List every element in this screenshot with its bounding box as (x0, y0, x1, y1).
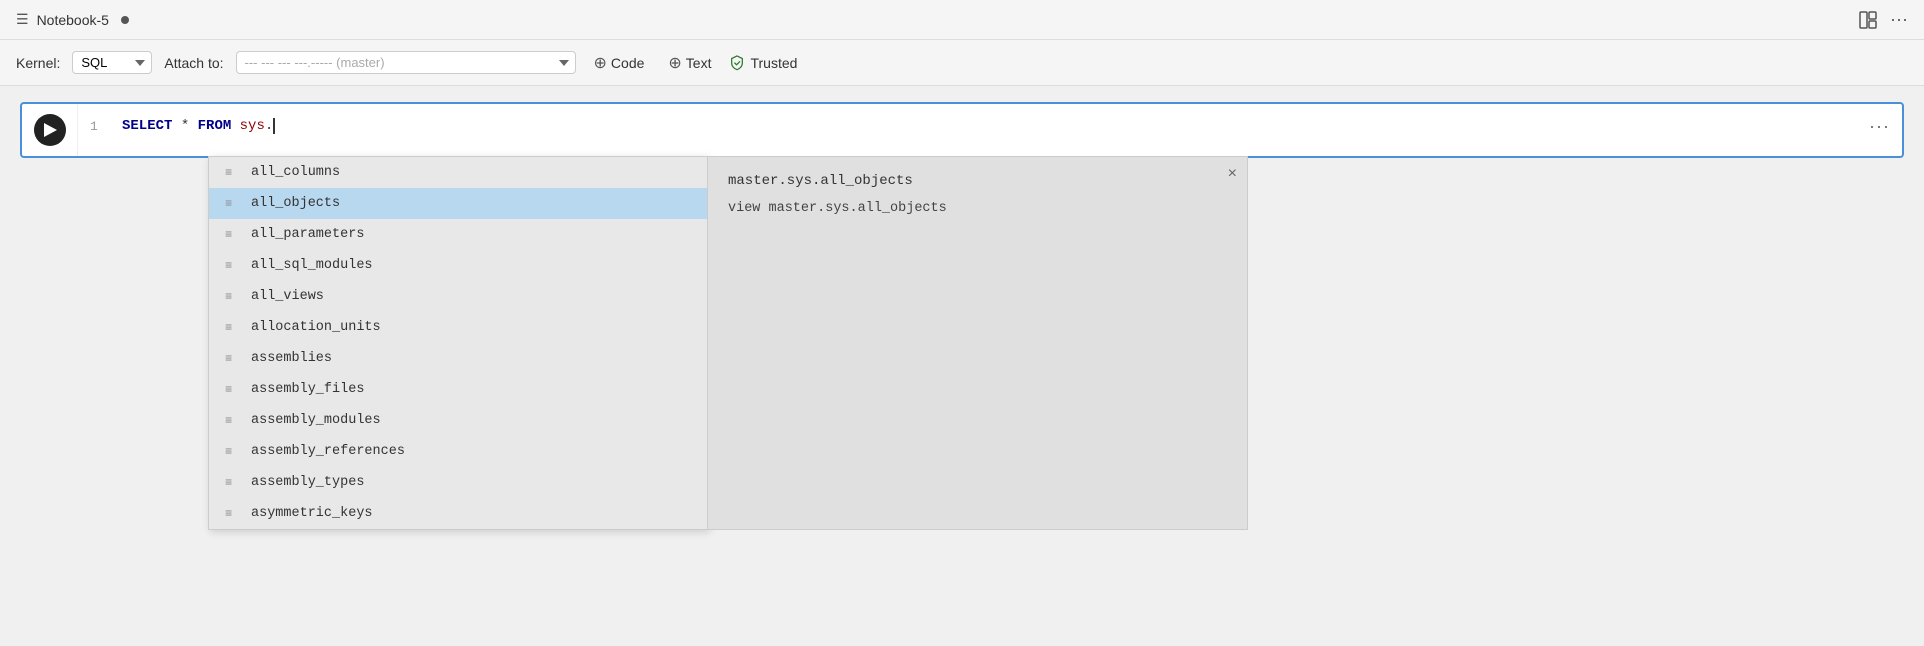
cell-code-content[interactable]: 1 SELECT * FROM sys . ≡ all_columns ≡ al… (78, 104, 1902, 148)
autocomplete-item[interactable]: ≡ assembly_types (209, 467, 707, 498)
item-icon: ≡ (225, 290, 241, 304)
item-label: all_parameters (251, 227, 364, 242)
autocomplete-item[interactable]: ≡ all_sql_modules (209, 250, 707, 281)
detail-title: master.sys.all_objects (728, 173, 1227, 189)
item-label: assemblies (251, 351, 332, 366)
autocomplete-item[interactable]: ≡ assembly_files (209, 374, 707, 405)
title-bar-left: ☰ Notebook-5 (16, 11, 129, 28)
autocomplete-item[interactable]: ≡ all_objects (209, 188, 707, 219)
line-number: 1 (90, 119, 110, 134)
item-label: allocation_units (251, 320, 381, 335)
cell-more-button[interactable]: ··· (1869, 116, 1890, 137)
toolbar: Kernel: SQL Attach to: --- --- --- ---.-… (0, 40, 1924, 86)
title-bar: ☰ Notebook-5 ··· (0, 0, 1924, 40)
run-circle (34, 114, 66, 146)
kernel-select[interactable]: SQL (72, 51, 152, 74)
detail-close-button[interactable]: × (1228, 165, 1237, 183)
autocomplete-item[interactable]: ≡ all_columns (209, 157, 707, 188)
text-cursor (273, 118, 275, 134)
code-line-1: 1 SELECT * FROM sys . (90, 118, 1890, 134)
item-label: all_views (251, 289, 324, 304)
autocomplete-item[interactable]: ≡ assembly_references (209, 436, 707, 467)
item-label: assembly_files (251, 382, 364, 397)
keyword-from: FROM (198, 118, 232, 134)
item-label: all_objects (251, 196, 340, 211)
item-icon: ≡ (225, 507, 241, 521)
item-icon: ≡ (225, 352, 241, 366)
autocomplete-item[interactable]: ≡ allocation_units (209, 312, 707, 343)
menu-icon: ☰ (16, 11, 29, 28)
autocomplete-item[interactable]: ≡ asymmetric_keys (209, 498, 707, 529)
kernel-label: Kernel: (16, 55, 60, 71)
item-label: asymmetric_keys (251, 506, 373, 521)
autocomplete-item[interactable]: ≡ all_views (209, 281, 707, 312)
item-label: assembly_references (251, 444, 405, 459)
item-icon: ≡ (225, 383, 241, 397)
plus-code-icon: ⊕ (594, 53, 607, 73)
item-icon: ≡ (225, 476, 241, 490)
attach-label: Attach to: (164, 55, 223, 71)
cell-area: 1 SELECT * FROM sys . ≡ all_columns ≡ al… (0, 86, 1924, 174)
item-label: assembly_types (251, 475, 364, 490)
autocomplete-list: ≡ all_columns ≡ all_objects ≡ all_parame… (208, 156, 708, 530)
item-icon: ≡ (225, 414, 241, 428)
play-icon (44, 123, 57, 137)
title-bar-right: ··· (1858, 9, 1908, 30)
layout-button[interactable] (1858, 10, 1878, 30)
autocomplete-item[interactable]: ≡ assemblies (209, 343, 707, 374)
add-code-button[interactable]: ⊕ Code (588, 49, 651, 77)
item-label: all_sql_modules (251, 258, 373, 273)
autocomplete-item[interactable]: ≡ all_parameters (209, 219, 707, 250)
add-text-button[interactable]: ⊕ Text (662, 49, 717, 77)
item-icon: ≡ (225, 197, 241, 211)
dot-separator: . (265, 118, 273, 134)
item-label: assembly_modules (251, 413, 381, 428)
run-cell-button[interactable] (22, 104, 78, 156)
code-cell: 1 SELECT * FROM sys . ≡ all_columns ≡ al… (20, 102, 1904, 158)
item-icon: ≡ (225, 445, 241, 459)
item-icon: ≡ (225, 166, 241, 180)
shield-icon (729, 55, 745, 71)
trusted-button[interactable]: Trusted (729, 55, 797, 71)
item-icon: ≡ (225, 259, 241, 273)
attach-to-select[interactable]: --- --- --- ---.----- (master) (236, 51, 576, 74)
item-icon: ≡ (225, 228, 241, 242)
autocomplete-item[interactable]: ≡ assembly_modules (209, 405, 707, 436)
autocomplete-container: ≡ all_columns ≡ all_objects ≡ all_parame… (208, 156, 1248, 530)
more-options-button[interactable]: ··· (1890, 9, 1908, 30)
notebook-title: Notebook-5 (37, 12, 109, 28)
item-label: all_columns (251, 165, 340, 180)
keyword-select: SELECT (122, 118, 172, 134)
unsaved-dot (121, 16, 129, 24)
plus-text-icon: ⊕ (668, 53, 681, 73)
item-icon: ≡ (225, 321, 241, 335)
autocomplete-detail: × master.sys.all_objects view master.sys… (708, 156, 1248, 530)
detail-body: view master.sys.all_objects (728, 201, 1227, 216)
table-name: sys (240, 118, 265, 134)
